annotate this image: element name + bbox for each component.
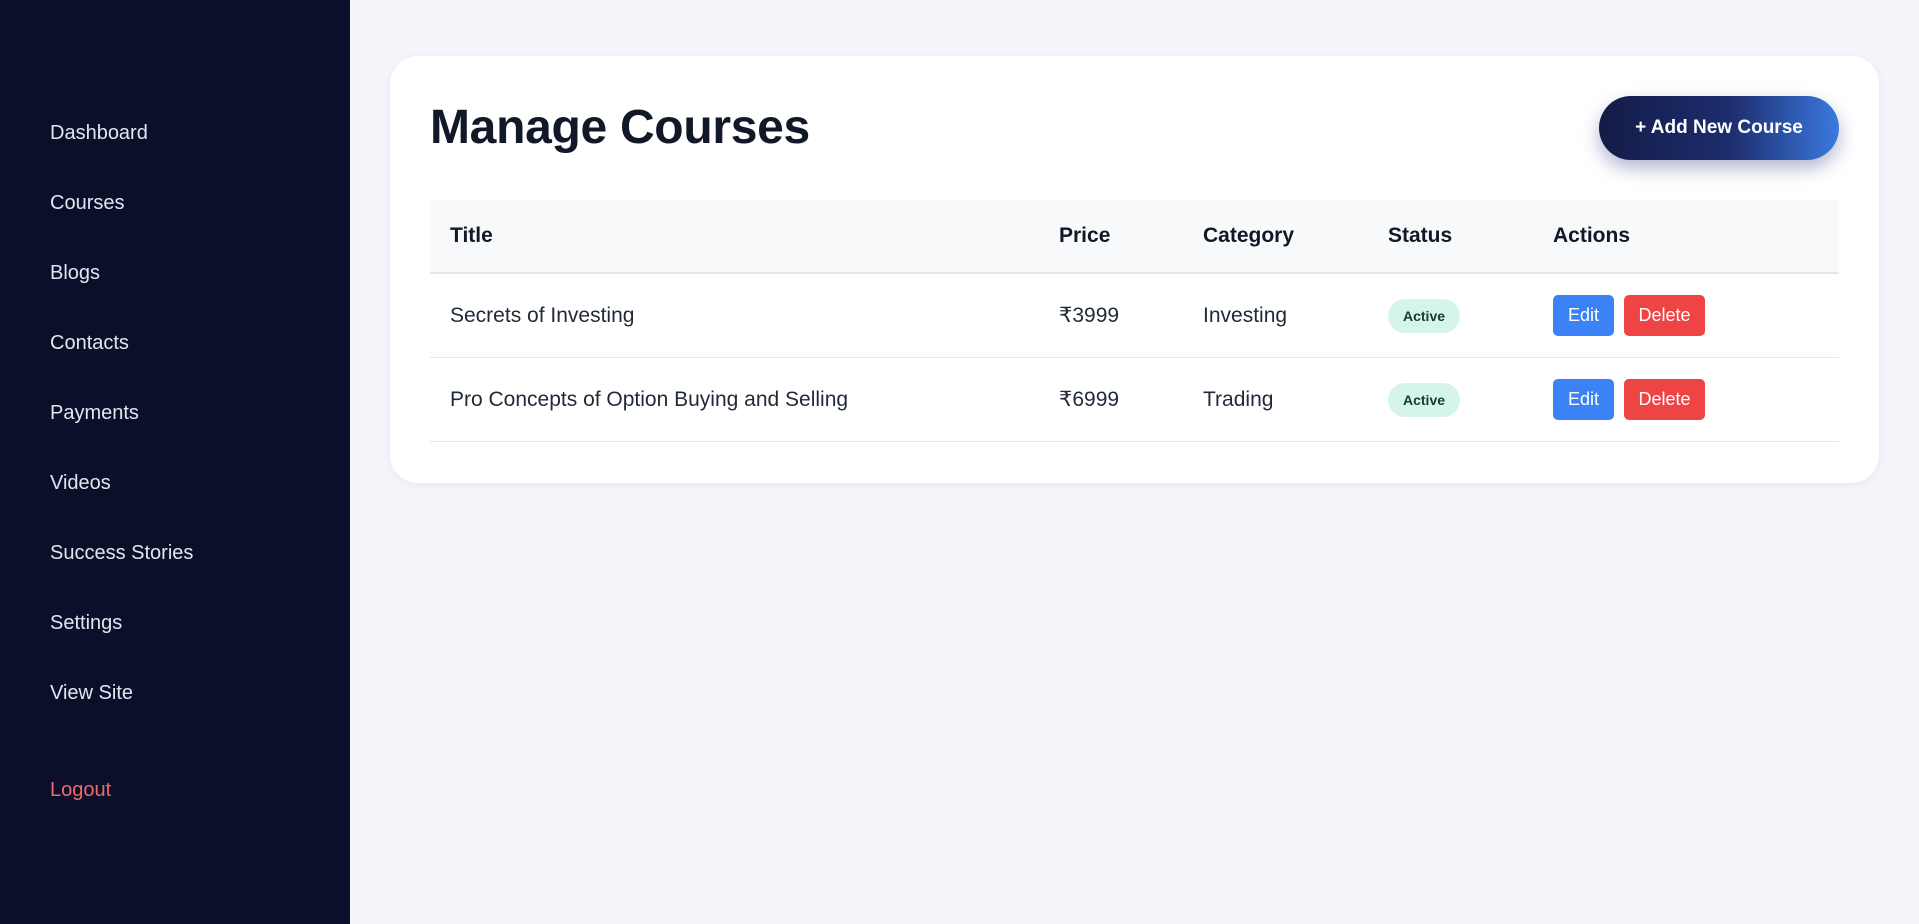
course-category: Trading: [1203, 387, 1274, 411]
status-badge: Active: [1388, 298, 1461, 333]
course-title: Secrets of Investing: [450, 303, 635, 327]
actions-cell: Edit Delete: [1553, 379, 1839, 420]
table-row: Pro Concepts of Option Buying and Sellin…: [430, 358, 1839, 442]
app-layout: Dashboard Courses Blogs Contacts Payment…: [0, 0, 1919, 924]
table-header: Title Price Category Status Actions: [430, 200, 1839, 274]
status-badge: Active: [1388, 382, 1461, 417]
courses-card: Manage Courses + Add New Course Title Pr…: [390, 56, 1879, 483]
column-header-title: Title: [450, 224, 493, 247]
add-new-course-button[interactable]: + Add New Course: [1599, 96, 1839, 160]
course-price: ₹6999: [1059, 388, 1120, 411]
column-header-actions: Actions: [1553, 224, 1631, 247]
status-cell: Active: [1388, 298, 1553, 333]
main-content: Manage Courses + Add New Course Title Pr…: [350, 0, 1919, 924]
course-category: Investing: [1203, 303, 1288, 327]
column-header-status: Status: [1388, 224, 1453, 247]
page-title: Manage Courses: [430, 101, 810, 154]
sidebar-item-payments[interactable]: Payments: [50, 402, 139, 425]
delete-button[interactable]: Delete: [1624, 379, 1705, 420]
sidebar-item-blogs[interactable]: Blogs: [50, 262, 100, 285]
sidebar-item-dashboard[interactable]: Dashboard: [50, 122, 148, 145]
delete-button[interactable]: Delete: [1624, 295, 1705, 336]
sidebar-item-contacts[interactable]: Contacts: [50, 332, 129, 355]
courses-table: Title Price Category Status Actions Secr…: [430, 200, 1839, 442]
logout-link[interactable]: Logout: [50, 779, 111, 802]
column-header-category: Category: [1203, 224, 1295, 247]
sidebar-item-videos[interactable]: Videos: [50, 472, 111, 495]
sidebar-item-view-site[interactable]: View Site: [50, 682, 133, 705]
course-price: ₹3999: [1059, 304, 1120, 327]
sidebar-item-success-stories[interactable]: Success Stories: [50, 542, 193, 565]
sidebar-item-settings[interactable]: Settings: [50, 612, 122, 635]
sidebar-item-courses[interactable]: Courses: [50, 192, 124, 215]
column-header-price: Price: [1059, 224, 1111, 247]
table-row: Secrets of Investing ₹3999 Investing Act…: [430, 274, 1839, 358]
edit-button[interactable]: Edit: [1553, 295, 1614, 336]
sidebar: Dashboard Courses Blogs Contacts Payment…: [0, 0, 350, 924]
status-cell: Active: [1388, 382, 1553, 417]
edit-button[interactable]: Edit: [1553, 379, 1614, 420]
actions-cell: Edit Delete: [1553, 295, 1839, 336]
course-title: Pro Concepts of Option Buying and Sellin…: [450, 387, 849, 411]
